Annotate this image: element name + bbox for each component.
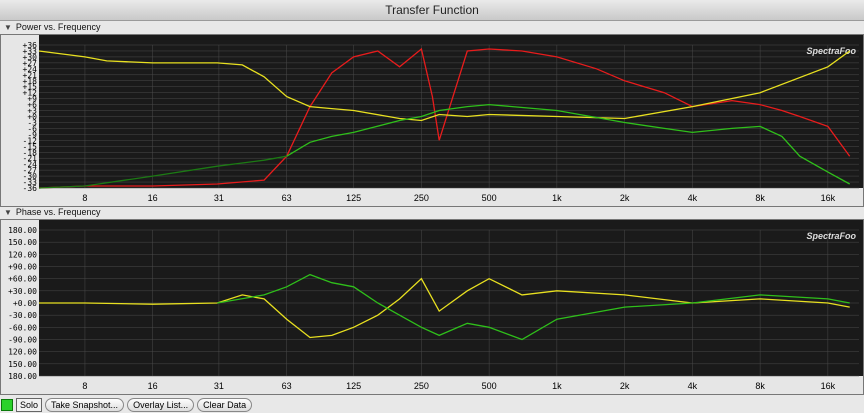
phase-chart-panel[interactable]: 180.00 150.00 120.00 +90.00 +60.00 +30.00 +0.0… — [0, 219, 864, 395]
x-tick-label: 8 — [82, 381, 87, 391]
solo-indicator-icon[interactable] — [1, 398, 13, 411]
phase-section-label: Phase vs. Frequency — [15, 207, 101, 217]
y-tick-label: +30.00 — [8, 287, 37, 296]
clear-data-button[interactable]: Clear Data — [197, 397, 253, 412]
x-tick-label: 125 — [346, 193, 361, 203]
overlay-list-button[interactable]: Overlay List... — [127, 397, 195, 412]
x-tick-label: 250 — [414, 193, 429, 203]
bottom-toolbar: Solo Take Snapshot... Overlay List... Cl… — [0, 396, 864, 413]
y-tick-label: 120.00 — [8, 250, 37, 259]
brand-watermark: SpectraFoo — [806, 231, 856, 241]
y-tick-label: 150.00 — [8, 238, 37, 247]
power-chart[interactable]: +36+33+30+27+24+21+18+15+12+9+6+3+0-3-6-… — [1, 35, 863, 206]
power-section-header[interactable]: ▼ Power vs. Frequency — [4, 22, 100, 32]
title-bar: Transfer Function — [0, 0, 864, 21]
y-tick-label: 180.00 — [8, 372, 37, 381]
x-tick-label: 500 — [482, 381, 497, 391]
disclosure-triangle-icon[interactable]: ▼ — [4, 23, 12, 32]
x-tick-label: 2k — [620, 193, 630, 203]
x-tick-label: 4k — [688, 381, 698, 391]
x-tick-label: 2k — [620, 381, 630, 391]
x-tick-label: 8 — [82, 193, 87, 203]
phase-section-header[interactable]: ▼ Phase vs. Frequency — [4, 207, 100, 217]
x-tick-label: 16 — [148, 193, 158, 203]
take-snapshot-button[interactable]: Take Snapshot... — [45, 397, 125, 412]
y-tick-label: +60.00 — [8, 275, 37, 284]
y-tick-label: 120.00 — [8, 348, 37, 357]
x-tick-label: 1k — [552, 381, 562, 391]
x-tick-label: 63 — [282, 193, 292, 203]
x-tick-label: 16k — [821, 381, 836, 391]
phase-chart[interactable]: 180.00 150.00 120.00 +90.00 +60.00 +30.00 +0.0… — [1, 220, 863, 394]
power-chart-panel[interactable]: +36 +33 +30 +27 +24 +21 +18 +15 +12 +9 +6 +3 +0 -3 -6-… — [0, 34, 864, 207]
x-tick-label: 1k — [552, 193, 562, 203]
x-tick-label: 8k — [755, 381, 765, 391]
solo-toggle[interactable]: Solo — [16, 397, 43, 412]
x-tick-label: 31 — [214, 381, 224, 391]
y-tick-label: -60.00 — [8, 323, 37, 332]
y-tick-label: -90.00 — [8, 336, 37, 345]
power-section-label: Power vs. Frequency — [15, 22, 101, 32]
disclosure-triangle-icon[interactable]: ▼ — [4, 208, 12, 217]
x-tick-label: 8k — [755, 193, 765, 203]
x-tick-label: 31 — [214, 193, 224, 203]
x-tick-label: 16k — [821, 193, 836, 203]
y-tick-label: 150.00 — [8, 360, 37, 369]
y-tick-label: +0.00 — [13, 299, 37, 308]
x-tick-label: 63 — [282, 381, 292, 391]
y-tick-label: -36 — [23, 184, 38, 193]
x-tick-label: 4k — [688, 193, 698, 203]
x-tick-label: 125 — [346, 381, 361, 391]
window-title: Transfer Function — [385, 3, 479, 17]
x-tick-label: 250 — [414, 381, 429, 391]
x-tick-label: 16 — [148, 381, 158, 391]
y-tick-label: -30.00 — [8, 311, 37, 320]
x-tick-label: 500 — [482, 193, 497, 203]
y-tick-label: 180.00 — [8, 226, 37, 235]
y-tick-label: +90.00 — [8, 263, 37, 272]
